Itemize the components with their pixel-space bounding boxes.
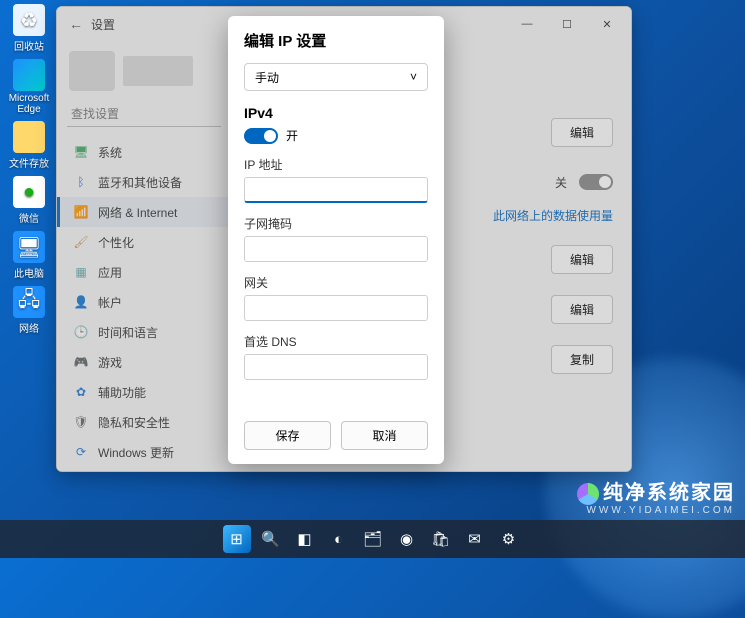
taskbar: ⊞🔍◧◐🗂◉🛍✉⚙	[0, 520, 745, 558]
folder-icon	[13, 121, 45, 153]
watermark: 纯净系统家园 WWW.YIDAIMEI.COM	[577, 476, 735, 516]
desktop-icon-file-storage[interactable]: 文件存放	[4, 121, 54, 170]
taskbar-search-icon[interactable]: 🔍	[257, 525, 285, 553]
wechat-icon: ●	[13, 176, 45, 208]
toggle-label: 开	[286, 127, 298, 144]
desktop-icon-wechat[interactable]: ● 微信	[4, 176, 54, 225]
desktop-icon-this-pc[interactable]: 🖥 此电脑	[4, 231, 54, 280]
ipv4-toggle[interactable]	[244, 128, 278, 144]
desktop-icon-label: 网络	[19, 320, 39, 335]
field-label: 首选 DNS	[244, 333, 428, 350]
taskbar-widgets-icon[interactable]: ◐	[325, 525, 353, 553]
desktop-icon-network[interactable]: 🖧 网络	[4, 286, 54, 335]
cancel-button[interactable]: 取消	[341, 421, 428, 450]
network-icon: 🖧	[13, 286, 45, 318]
desktop-icon-label: Microsoft Edge	[4, 93, 54, 115]
watermark-logo-icon	[577, 483, 599, 505]
taskbar-settings-icon[interactable]: ⚙	[495, 525, 523, 553]
taskbar-edge-icon[interactable]: ◉	[393, 525, 421, 553]
taskbar-start-icon[interactable]: ⊞	[223, 525, 251, 553]
field-input-3[interactable]	[244, 354, 428, 380]
taskbar-mail-icon[interactable]: ✉	[461, 525, 489, 553]
select-value: 手动	[255, 69, 279, 86]
dialog-title: 编辑 IP 设置	[244, 30, 428, 51]
field-label: 子网掩码	[244, 215, 428, 232]
desktop-icon-label: 文件存放	[9, 155, 49, 170]
edit-ip-dialog: 编辑 IP 设置 手动 ˅ IPv4 开 IP 地址子网掩码网关首选 DNS 保…	[228, 16, 444, 464]
desktop-icon-recycle-bin[interactable]: ♻ 回收站	[4, 4, 54, 53]
field-label: IP 地址	[244, 156, 428, 173]
desktop-icons: ♻ 回收站 Microsoft Edge 文件存放 ● 微信 🖥 此电脑 🖧 网…	[4, 4, 54, 335]
edge-icon	[13, 59, 45, 91]
desktop-icon-label: 回收站	[14, 38, 44, 53]
taskbar-store-icon[interactable]: 🛍	[427, 525, 455, 553]
field-input-0[interactable]	[244, 177, 428, 203]
recycle-bin-icon: ♻	[13, 4, 45, 36]
desktop-icon-edge[interactable]: Microsoft Edge	[4, 59, 54, 115]
desktop-icon-label: 此电脑	[14, 265, 44, 280]
field-input-1[interactable]	[244, 236, 428, 262]
taskbar-explorer-icon[interactable]: 🗂	[359, 525, 387, 553]
monitor-icon: 🖥	[13, 231, 45, 263]
ipv4-section-label: IPv4	[244, 105, 428, 121]
field-label: 网关	[244, 274, 428, 291]
taskbar-tasks-icon[interactable]: ◧	[291, 525, 319, 553]
chevron-down-icon: ˅	[410, 70, 417, 84]
save-button[interactable]: 保存	[244, 421, 331, 450]
ip-mode-select[interactable]: 手动 ˅	[244, 63, 428, 91]
desktop-icon-label: 微信	[19, 210, 39, 225]
field-input-2[interactable]	[244, 295, 428, 321]
